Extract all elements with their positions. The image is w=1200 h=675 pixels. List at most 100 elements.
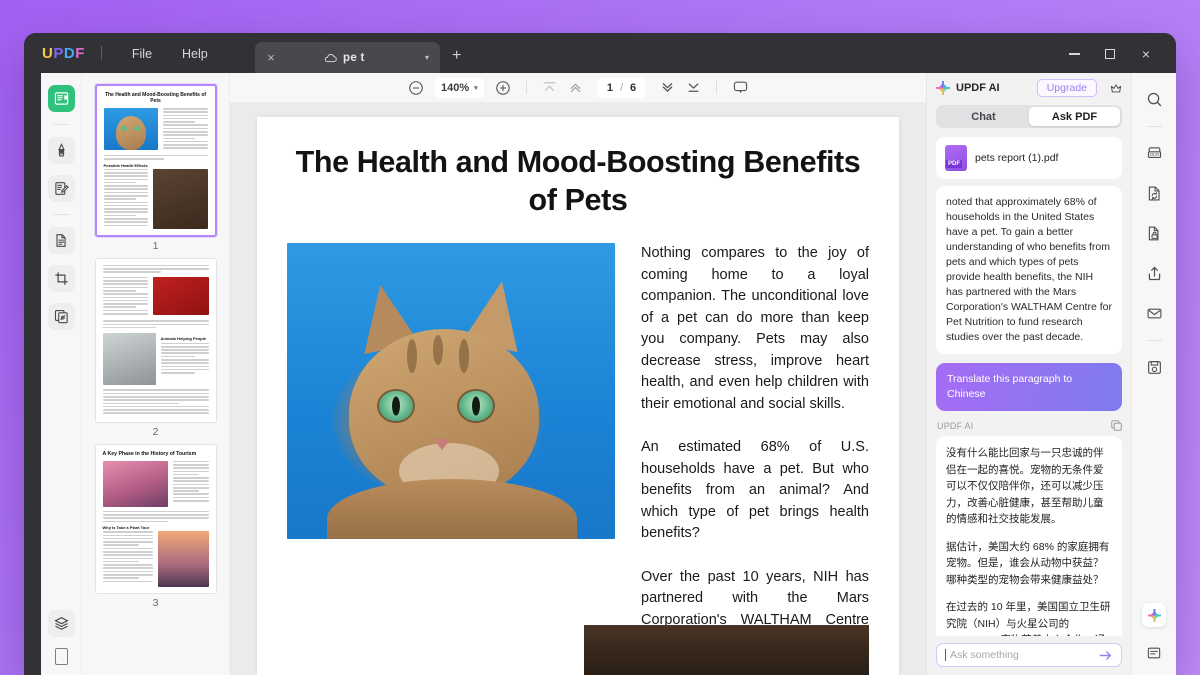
app-shell: The Health and Mood-Boosting Benefits of…: [41, 73, 1176, 675]
attached-file-card[interactable]: pets report (1).pdf: [936, 137, 1122, 179]
ai-answer-paragraph-3: 在过去的 10 年里，美国国立卫生研究院（NIH）与火星公司的 WALTHAM …: [946, 601, 1111, 636]
pdf-file-icon: [945, 145, 967, 171]
book-icon: [54, 92, 68, 105]
comment-button[interactable]: [727, 75, 753, 101]
current-page-value: 1: [606, 81, 613, 94]
next-page-button[interactable]: [654, 75, 680, 101]
sidebar-item-reader[interactable]: [47, 85, 75, 112]
toolbar-divider-1: [525, 81, 527, 94]
thumbnail-pane[interactable]: The Health and Mood-Boosting Benefits of…: [82, 73, 230, 675]
sidebar-item-crop[interactable]: [47, 265, 75, 292]
chevron-down-icon[interactable]: ▾: [425, 53, 429, 62]
ai-answer-paragraph-1: 没有什么能比回家与一只忠诚的伴侣在一起的喜悦。宠物的无条件爱可以不仅仅陪伴你，还…: [946, 447, 1104, 525]
thumbnail-item[interactable]: A Key Phase in the History of Tourism Wh…: [82, 443, 229, 609]
updf-ai-icon: [936, 81, 950, 95]
double-chevron-down-icon: [662, 83, 672, 92]
thumbnail-item[interactable]: The Health and Mood-Boosting Benefits of…: [82, 84, 229, 252]
send-icon[interactable]: [1099, 650, 1113, 661]
answer-meta: UPDF AI: [937, 420, 1122, 431]
thumbnail-page-1[interactable]: The Health and Mood-Boosting Benefits of…: [94, 84, 217, 237]
thumbnail-page-3[interactable]: A Key Phase in the History of Tourism Wh…: [94, 443, 217, 595]
email-button[interactable]: [1140, 299, 1168, 327]
layers-icon: [53, 617, 69, 630]
cat-body: [327, 479, 577, 539]
search-button[interactable]: [1140, 85, 1168, 113]
title-bar: U P D F File Help × pe t ▾ + ×: [24, 33, 1176, 73]
search-icon: [1147, 92, 1161, 106]
context-message: noted that approximately 68% of househol…: [936, 186, 1122, 354]
zoom-in-button[interactable]: [490, 75, 516, 101]
cloud-icon: [324, 53, 337, 63]
sidebar-item-comment[interactable]: [47, 137, 75, 164]
share-button[interactable]: [1140, 259, 1168, 287]
zoom-level-select[interactable]: 140% ▾: [434, 77, 484, 98]
fit-width-button[interactable]: [537, 75, 563, 101]
ai-answer: 没有什么能比回家与一只忠诚的伴侣在一起的喜悦。宠物的无条件爱可以不仅仅陪伴你，还…: [936, 436, 1122, 636]
note-icon: [1147, 647, 1161, 659]
ai-panel: UPDF AI Upgrade Chat Ask PDF pets report…: [926, 73, 1131, 675]
svg-text:OCR: OCR: [1149, 152, 1159, 157]
new-tab-button[interactable]: +: [452, 47, 461, 65]
sidebar-item-layers[interactable]: [47, 610, 75, 637]
updf-ai-icon: [1147, 608, 1161, 622]
thumbnail-item[interactable]: Animals Helping People 2: [82, 257, 229, 438]
protect-button[interactable]: [1140, 219, 1168, 247]
thumb-lines-1: [162, 108, 208, 151]
chevron-down-bar-icon: [688, 83, 699, 92]
envelope-icon: [1147, 308, 1161, 318]
rail-separator-1: [52, 124, 70, 125]
ai-answer-paragraph-2: 据估计，美国大约 68% 的家庭拥有宠物。但是，谁会从动物中获益？哪种类型的宠物…: [946, 540, 1110, 586]
zoom-out-button[interactable]: [403, 75, 429, 101]
first-page-button[interactable]: [563, 75, 589, 101]
ai-conversation[interactable]: pets report (1).pdf noted that approxima…: [927, 137, 1131, 636]
window-minimize-button[interactable]: [1062, 43, 1086, 65]
maximize-icon: [1105, 49, 1115, 59]
window-close-button[interactable]: ×: [1134, 43, 1158, 65]
document-page: The Health and Mood-Boosting Benefits of…: [257, 117, 899, 675]
updf-logo: U P D F: [24, 45, 85, 73]
right-tool-rail: OCR: [1131, 73, 1176, 675]
edit-document-icon: [54, 182, 69, 195]
thumbnail-page-2[interactable]: Animals Helping People: [94, 257, 217, 423]
ocr-button[interactable]: OCR: [1140, 139, 1168, 167]
tab-chat[interactable]: Chat: [938, 107, 1029, 126]
page-number-input[interactable]: 1 / 6: [596, 77, 647, 98]
document-tab[interactable]: × pe t ▾: [255, 42, 440, 73]
ai-input-placeholder: Ask something: [950, 649, 1019, 661]
window-maximize-button[interactable]: [1098, 43, 1122, 65]
last-page-button[interactable]: [680, 75, 706, 101]
rail-separator-2: [52, 214, 70, 215]
tab-ask-pdf[interactable]: Ask PDF: [1029, 107, 1120, 126]
sidebar-item-pages[interactable]: [47, 227, 75, 254]
updf-ai-button[interactable]: [1142, 603, 1166, 627]
toolbar-divider-2: [716, 81, 718, 94]
document-scroll-area[interactable]: The Health and Mood-Boosting Benefits of…: [230, 103, 926, 675]
thumb-heading-3: A Key Phase in the History of Tourism: [102, 450, 197, 457]
zoom-out-icon: [409, 80, 423, 95]
page-title: The Health and Mood-Boosting Benefits of…: [295, 145, 861, 217]
sidebar-item-convert[interactable]: [47, 303, 75, 330]
thumb-subheading-2: Animals Helping People: [160, 336, 207, 342]
ai-prompt-input[interactable]: Ask something: [936, 643, 1122, 667]
ai-panel-title: UPDF AI: [956, 82, 1000, 94]
cat-eye-right: [459, 391, 493, 421]
convert-button[interactable]: [1140, 179, 1168, 207]
logo-letter-p: P: [53, 45, 64, 62]
document-paragraph-2: An estimated 68% of U.S. households have…: [641, 439, 869, 541]
menu-file[interactable]: File: [132, 47, 152, 73]
upgrade-button[interactable]: Upgrade: [1036, 79, 1097, 97]
sidebar-item-edit[interactable]: [47, 175, 75, 202]
tab-close-icon[interactable]: ×: [262, 49, 280, 67]
save-button[interactable]: [1140, 353, 1168, 381]
ai-mode-tabs[interactable]: Chat Ask PDF: [936, 105, 1122, 128]
right-rail-bottom: [1132, 603, 1176, 667]
page-separator: /: [619, 81, 624, 94]
crown-icon[interactable]: [1110, 82, 1122, 95]
convert-icon: [1148, 186, 1160, 200]
menu-help[interactable]: Help: [182, 47, 208, 73]
page-outline-icon[interactable]: [54, 648, 68, 665]
notes-button[interactable]: [1140, 639, 1168, 667]
copy-icon[interactable]: [1111, 420, 1122, 431]
ocr-icon: OCR: [1147, 146, 1161, 158]
lock-document-icon: [1148, 226, 1158, 240]
